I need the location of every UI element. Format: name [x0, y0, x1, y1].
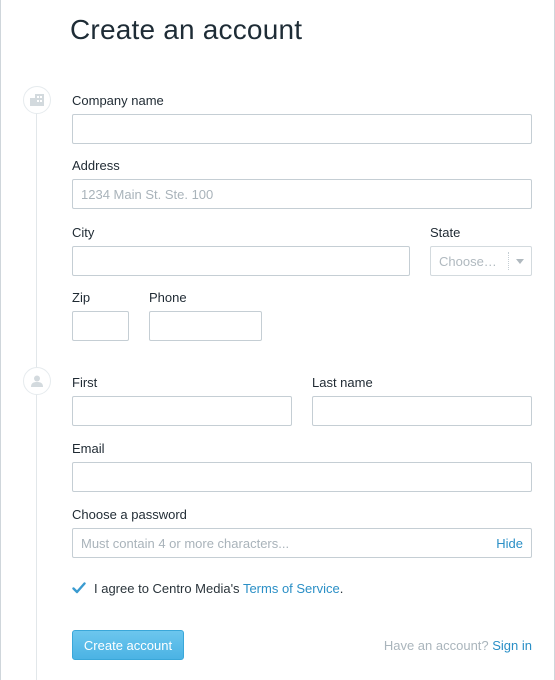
user-icon — [31, 375, 43, 387]
city-label: City — [72, 225, 95, 240]
signup-page: Create an account Company name Address C… — [0, 0, 555, 680]
person-step-marker — [23, 367, 51, 395]
terms-prefix: I agree to Centro Media's — [94, 581, 243, 596]
state-label: State — [430, 225, 461, 240]
address-input[interactable] — [72, 179, 532, 209]
hide-password-toggle[interactable]: Hide — [496, 536, 523, 551]
sign-in-link[interactable]: Sign in — [492, 638, 532, 653]
terms-checkbox[interactable] — [72, 581, 86, 595]
create-account-button[interactable]: Create account — [72, 630, 184, 660]
password-label: Choose a password — [72, 507, 187, 522]
state-select-value: Choose… — [439, 254, 497, 269]
address-label: Address — [72, 158, 120, 173]
page-title: Create an account — [70, 14, 303, 45]
last-name-input[interactable] — [312, 396, 532, 426]
terms-of-service-link[interactable]: Terms of Service — [243, 581, 340, 596]
email-input[interactable] — [72, 462, 532, 492]
building-icon — [30, 94, 44, 106]
password-input[interactable] — [72, 528, 532, 558]
have-account-text: Have an account? — [383, 638, 493, 653]
chevron-down-icon — [516, 259, 524, 264]
sign-in-prompt: Have an account? Sign in — [384, 638, 532, 653]
zip-label: Zip — [72, 290, 91, 305]
terms-suffix: . — [339, 581, 344, 596]
first-name-input[interactable] — [72, 396, 292, 426]
last-name-label: Last name — [312, 375, 373, 390]
company-step-marker — [23, 86, 51, 114]
city-input[interactable] — [72, 246, 410, 276]
state-select[interactable]: Choose… — [430, 246, 532, 276]
terms-text: I agree to Centro Media's Terms of Servi… — [94, 581, 343, 596]
email-label: Email — [72, 441, 105, 456]
first-name-label: First — [72, 375, 98, 390]
select-divider — [508, 252, 509, 270]
password-field: Hide — [72, 528, 532, 558]
phone-label: Phone — [149, 290, 187, 305]
checkmark-icon — [72, 582, 86, 594]
phone-input[interactable] — [149, 311, 262, 341]
company-name-input[interactable] — [72, 114, 532, 144]
company-name-label: Company name — [72, 93, 164, 108]
zip-input[interactable] — [72, 311, 129, 341]
